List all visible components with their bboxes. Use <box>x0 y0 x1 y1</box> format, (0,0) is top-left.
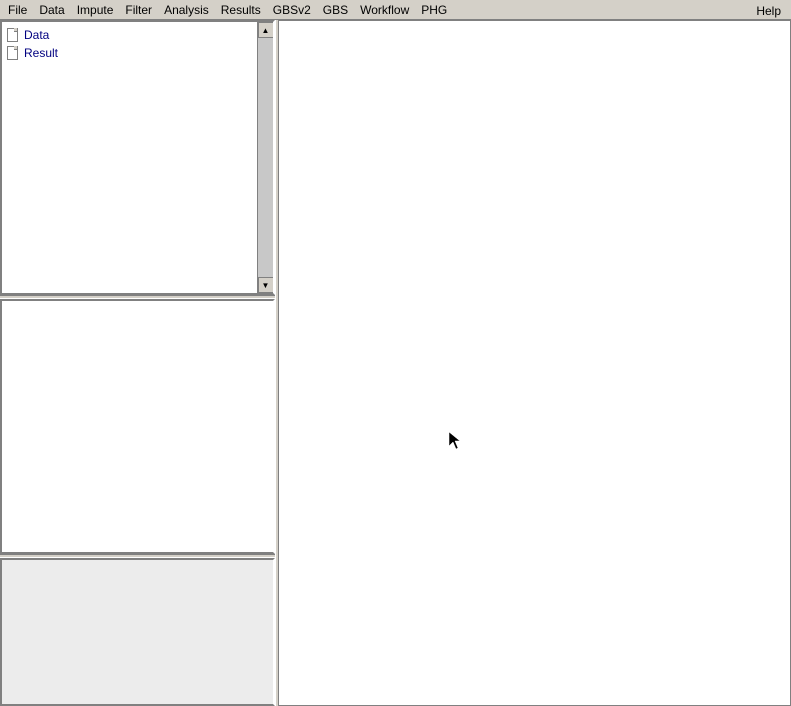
file-item-result-label: Result <box>24 46 58 60</box>
file-item-result[interactable]: Result <box>2 44 273 62</box>
scroll-up-button[interactable]: ▲ <box>258 22 274 38</box>
main-layout: Data Result ▲ ▼ <box>0 20 791 706</box>
cursor-indicator <box>449 432 461 450</box>
menu-help[interactable]: Help <box>750 2 787 20</box>
menu-workflow[interactable]: Workflow <box>354 1 415 19</box>
menu-file[interactable]: File <box>2 1 33 19</box>
menu-phg[interactable]: PHG <box>415 1 453 19</box>
scroll-track <box>258 38 274 277</box>
left-panel: Data Result ▲ ▼ <box>0 20 275 706</box>
file-icon-data <box>6 28 20 42</box>
menu-impute[interactable]: Impute <box>71 1 120 19</box>
menu-gbsv2[interactable]: GBSv2 <box>267 1 317 19</box>
bottom-left-pane <box>0 558 275 706</box>
menu-data[interactable]: Data <box>33 1 70 19</box>
right-panel <box>279 20 791 706</box>
scroll-down-button[interactable]: ▼ <box>258 277 274 293</box>
menu-results[interactable]: Results <box>215 1 267 19</box>
file-tree-scrollbar: ▲ ▼ <box>257 22 273 293</box>
file-tree-pane: Data Result ▲ ▼ <box>0 20 275 295</box>
middle-left-pane <box>0 299 275 554</box>
menu-filter[interactable]: Filter <box>119 1 158 19</box>
file-item-data[interactable]: Data <box>2 26 273 44</box>
menu-gbs[interactable]: GBS <box>317 1 354 19</box>
file-icon-result <box>6 46 20 60</box>
menubar: File Data Impute Filter Analysis Results… <box>0 0 791 20</box>
file-item-data-label: Data <box>24 28 49 42</box>
menu-analysis[interactable]: Analysis <box>158 1 215 19</box>
